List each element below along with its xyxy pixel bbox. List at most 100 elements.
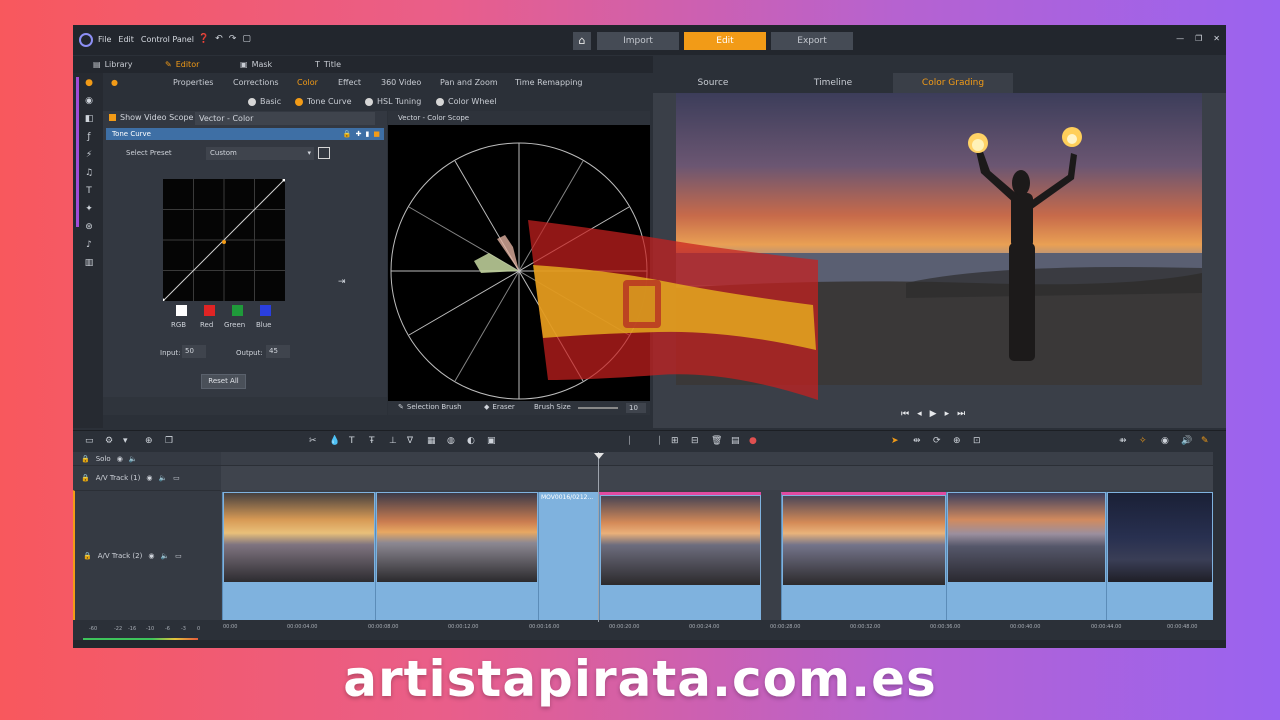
tab-hsl-tuning[interactable]: HSL Tuning xyxy=(365,97,421,106)
tab-source[interactable]: Source xyxy=(653,73,773,93)
audio-icon[interactable]: ♪ xyxy=(83,239,95,251)
pointer-icon[interactable]: ➤ xyxy=(891,436,899,446)
playhead-line[interactable] xyxy=(598,452,599,632)
expand-icon[interactable]: ⇥ xyxy=(338,277,346,287)
undo-icon[interactable]: ↶ xyxy=(215,34,223,44)
tab-library[interactable]: ▤ Library xyxy=(93,56,133,73)
show-scope-checkbox[interactable] xyxy=(109,114,116,121)
reset-all-button[interactable]: Reset All xyxy=(201,374,246,389)
tab-title[interactable]: T Title xyxy=(315,56,341,73)
eye-icon[interactable]: ◉ xyxy=(1161,436,1169,446)
drop-icon[interactable]: 💧 xyxy=(329,436,340,446)
track2-lock-icon[interactable]: 🔒 xyxy=(83,552,92,560)
marker-icon[interactable]: ∇ xyxy=(407,436,413,446)
channel-blue-swatch[interactable] xyxy=(260,305,271,316)
eraser-tool[interactable]: ◆ Eraser xyxy=(484,403,515,411)
magic-icon[interactable]: ✧ xyxy=(1139,436,1147,446)
solo-label[interactable]: Solo xyxy=(96,455,111,463)
motion-icon[interactable]: ✦ xyxy=(83,203,95,215)
home-button[interactable]: ⌂ xyxy=(573,32,591,50)
color-tool-icon[interactable]: ● xyxy=(83,77,95,89)
tab-color[interactable]: Color xyxy=(297,78,318,87)
close-icon[interactable]: ✕ xyxy=(1213,34,1220,43)
globe-icon[interactable]: ◍ xyxy=(447,436,455,446)
channel-red-swatch[interactable] xyxy=(204,305,215,316)
clip-3[interactable]: MOV0016/0212... xyxy=(538,492,598,620)
add-icon[interactable]: ⊕ xyxy=(145,436,153,446)
snap-icon[interactable]: ⊞ xyxy=(671,436,679,446)
tab-tone-curve[interactable]: Tone Curve xyxy=(295,97,352,106)
channel-green-swatch[interactable] xyxy=(232,305,243,316)
volume-icon[interactable]: 🔊 xyxy=(1181,436,1192,446)
text-icon[interactable]: T xyxy=(83,185,95,197)
sync-icon[interactable]: ⟳ xyxy=(933,436,941,446)
track2-speaker-icon[interactable]: 🔈 xyxy=(160,552,169,560)
menu-control-panel[interactable]: Control Panel xyxy=(141,35,194,44)
go-end-icon[interactable]: ⏭ xyxy=(957,409,965,419)
brush-size-value[interactable]: 10 xyxy=(626,403,646,413)
playhead-marker[interactable] xyxy=(594,453,604,459)
mark-in-icon[interactable]: ⎸ xyxy=(629,436,638,446)
tone-curve-header[interactable]: Tone Curve 🔒 ✚ ▮ ■ xyxy=(106,128,384,140)
track1-video-icon[interactable]: ▭ xyxy=(173,474,180,482)
brush-size-slider[interactable] xyxy=(578,407,618,409)
transition-icon[interactable]: ⚡ xyxy=(83,149,95,161)
mark-out-icon[interactable]: ⎹ xyxy=(651,436,660,446)
tab-360-video[interactable]: 360 Video xyxy=(381,78,421,87)
close-panel-icon[interactable]: ■ xyxy=(373,128,380,140)
clip-6[interactable] xyxy=(946,492,1106,620)
draw-icon[interactable]: ✎ xyxy=(1201,436,1209,446)
tab-time-remapping[interactable]: Time Remapping xyxy=(515,78,582,87)
help-icon[interactable]: ❓ xyxy=(198,34,209,44)
track1-lock-icon[interactable]: 🔒 xyxy=(81,474,90,482)
go-start-icon[interactable]: ⏮ xyxy=(901,409,909,419)
menu-file[interactable]: File xyxy=(98,35,111,44)
tone-curve-graph[interactable] xyxy=(161,178,286,302)
input-field[interactable]: 50 xyxy=(182,345,206,358)
lock-track-icon[interactable]: 🔒 xyxy=(81,455,90,463)
ripple-icon[interactable]: ⇹ xyxy=(913,436,921,446)
track2-video-icon[interactable]: ▭ xyxy=(175,552,182,560)
selection-brush-tool[interactable]: ✎ Selection Brush xyxy=(398,403,462,411)
record-icon[interactable]: ● xyxy=(749,436,757,446)
track-header-2[interactable]: 🔒 A/V Track (2) ◉ 🔈 ▭ xyxy=(73,490,221,620)
clip-2[interactable] xyxy=(375,492,538,620)
track1-speaker-icon[interactable]: 🔈 xyxy=(158,474,167,482)
split-icon[interactable]: ⊥ xyxy=(389,436,397,446)
clip-5[interactable] xyxy=(781,492,946,620)
menu-edit[interactable]: Edit xyxy=(118,35,134,44)
trash-icon[interactable]: ▮ xyxy=(366,128,370,140)
tab-timeline[interactable]: Timeline xyxy=(773,73,893,93)
channel-rgb-swatch[interactable] xyxy=(176,305,187,316)
fx-icon[interactable]: ƒ xyxy=(83,131,95,143)
clip-1[interactable] xyxy=(222,492,375,620)
fit-icon[interactable]: ▾ xyxy=(123,436,128,446)
scope-type-select[interactable]: Vector - Color xyxy=(195,112,375,125)
overlay-icon[interactable]: ◧ xyxy=(83,113,95,125)
film-tool-icon[interactable]: ▣ xyxy=(487,436,496,446)
zoom-icon[interactable]: ⊕ xyxy=(953,436,961,446)
track1-eye-icon[interactable]: ◉ xyxy=(146,474,152,482)
export-button[interactable]: Export xyxy=(771,32,853,50)
grid-icon[interactable]: ▦ xyxy=(427,436,436,446)
storyboard-icon[interactable]: ▭ xyxy=(85,436,94,446)
track-lane-1[interactable] xyxy=(221,465,1213,490)
lock-icon[interactable]: 🔒 xyxy=(343,128,352,140)
save-preset-icon[interactable] xyxy=(318,147,330,159)
track2-eye-icon[interactable]: ◉ xyxy=(148,552,154,560)
film-icon[interactable]: ▥ xyxy=(83,257,95,269)
step-forward-icon[interactable]: ▸ xyxy=(945,409,950,419)
title-track-icon[interactable]: Ŧ xyxy=(369,436,375,446)
razor-icon[interactable]: ✂ xyxy=(309,436,317,446)
solo-speaker-icon[interactable]: 🔈 xyxy=(129,455,138,463)
play-icon[interactable]: ▶ xyxy=(930,409,937,419)
track-header-1[interactable]: 🔒 A/V Track (1) ◉ 🔈 ▭ xyxy=(73,465,221,490)
restore-icon[interactable]: ❐ xyxy=(1195,34,1202,43)
solo-eye-icon[interactable]: ◉ xyxy=(117,455,123,463)
save-project-icon[interactable]: ▢ xyxy=(242,34,251,44)
output-field[interactable]: 45 xyxy=(266,345,290,358)
import-button[interactable]: Import xyxy=(597,32,679,50)
pin-icon[interactable]: ✚ xyxy=(356,128,362,140)
text-tool-icon[interactable]: T xyxy=(349,436,355,446)
fit-timeline-icon[interactable]: ⊡ xyxy=(973,436,981,446)
